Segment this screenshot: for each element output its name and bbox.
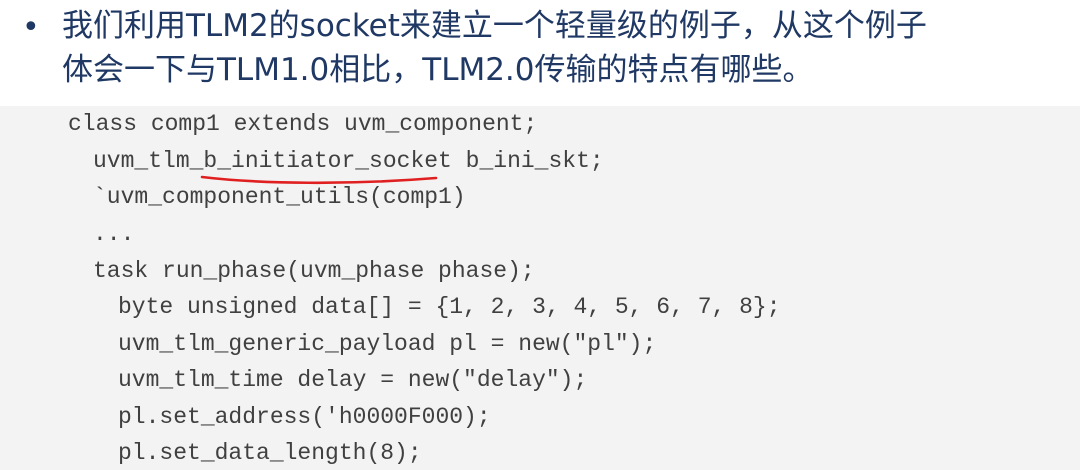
bullet-text: 我们利用TLM2的socket来建立一个轻量级的例子，从这个例子 体会一下与TL… <box>62 4 1072 92</box>
bullet-marker: • <box>22 10 40 45</box>
code-line-set-address: pl.set_address('h0000F000); <box>118 404 491 430</box>
bullet-text-line-1: 我们利用TLM2的socket来建立一个轻量级的例子，从这个例子 <box>62 8 927 44</box>
code-line-payload-new: uvm_tlm_generic_payload pl = new("pl"); <box>118 331 657 357</box>
code-line-data-array: byte unsigned data[] = {1, 2, 3, 4, 5, 6… <box>118 294 781 320</box>
slide: • 我们利用TLM2的socket来建立一个轻量级的例子，从这个例子 体会一下与… <box>0 0 1080 470</box>
code-line-ellipsis: ... <box>93 221 135 247</box>
code-line-class-declaration: class comp1 extends uvm_component; <box>68 111 538 137</box>
code-line-delay-new: uvm_tlm_time delay = new("delay"); <box>118 367 588 393</box>
red-underline-annotation <box>200 175 438 185</box>
code-line-task-run-phase: task run_phase(uvm_phase phase); <box>93 258 535 284</box>
bullet-text-line-2: 体会一下与TLM1.0相比，TLM2.0传输的特点有哪些。 <box>62 52 814 88</box>
code-line-set-data-length: pl.set_data_length(8); <box>118 440 422 466</box>
